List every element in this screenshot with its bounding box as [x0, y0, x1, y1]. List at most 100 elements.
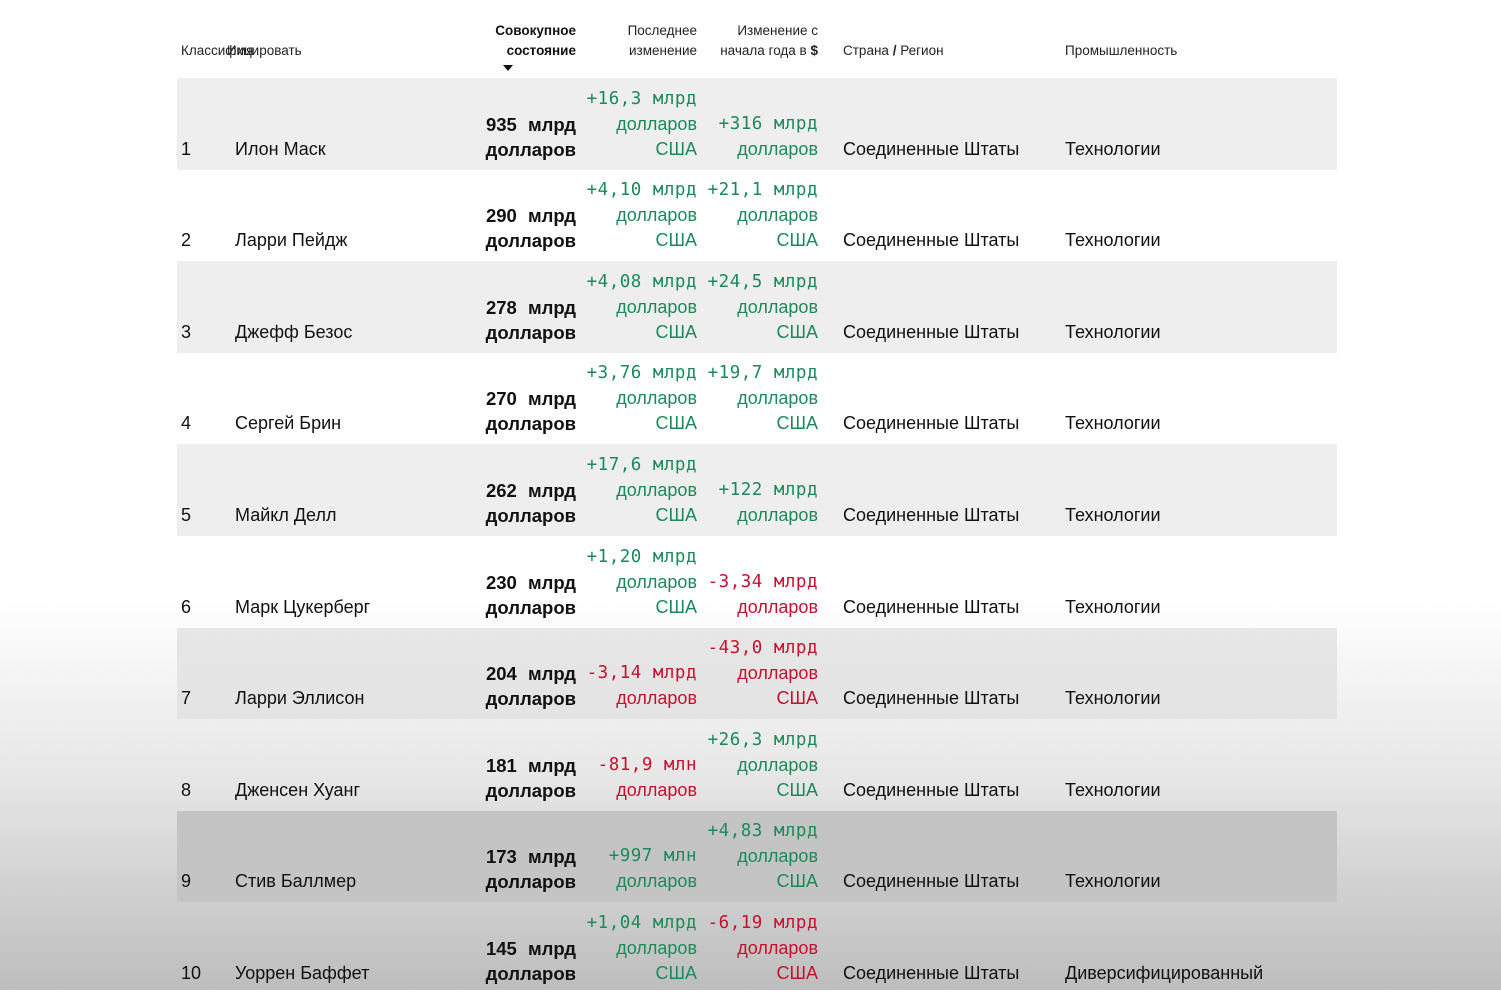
last-change-cell-line: долларов — [616, 779, 697, 800]
net-worth-line: долларов — [485, 321, 576, 343]
person-name[interactable]: Стив Баллмер — [235, 869, 356, 894]
ytd-change-cell-line: США — [776, 688, 818, 709]
last-change-cell-line: +17,6 млрд — [586, 454, 697, 475]
header-net-worth[interactable]: Совокупное состояние — [495, 21, 576, 61]
table-row[interactable]: 9 Стив Баллмер 173 млрд долларов +997 млн дол… — [177, 810, 1337, 903]
billionaires-table: Классифицировать Имя Совокупное состояни… — [177, 0, 1337, 994]
header-ytd-dollar-symbol: $ — [810, 43, 818, 58]
net-worth-cell: 204 млрд долларов — [466, 661, 576, 711]
last-change-cell-line: долларов — [616, 937, 697, 958]
rank-cell: 10 — [181, 962, 202, 983]
header-last-change[interactable]: Последнее изменение — [628, 21, 697, 61]
country-cell: Соединенные Штаты — [843, 413, 1020, 434]
last-change-cell-line: +16,3 млрд — [586, 88, 697, 109]
ytd-change-cell-line: -6,19 млрд — [707, 912, 818, 933]
last-change-cell-line: США — [655, 504, 697, 525]
header-last-change-line2: изменение — [629, 43, 697, 58]
net-worth-line: долларов — [485, 688, 576, 710]
industry-cell: Диверсифицированный — [1065, 962, 1264, 983]
last-change-cell-line: долларов — [616, 479, 697, 500]
last-change-cell-line: -81,9 млн — [597, 754, 697, 775]
ytd-change-cell-line: +24,5 млрд — [707, 271, 818, 292]
ytd-change-cell: +24,5 млрд долларов США — [688, 270, 818, 345]
person-name[interactable]: Джефф Безос — [235, 320, 352, 345]
header-industry[interactable]: Промышленность — [1065, 41, 1177, 61]
person-name[interactable]: Уоррен Баффет — [235, 961, 369, 986]
net-worth-line: долларов — [485, 413, 576, 435]
ytd-change-cell-line: долларов — [737, 663, 818, 684]
ytd-change-cell-line: США — [776, 871, 818, 892]
ytd-change-cell-line: долларов — [737, 596, 818, 617]
ytd-change-cell: +316 млрд долларов — [688, 112, 818, 162]
ytd-change-cell-line: США — [776, 321, 818, 342]
person-name[interactable]: Сергей Брин — [235, 411, 341, 436]
last-change-cell-line: +4,10 млрд — [586, 180, 697, 201]
last-change-cell-line: долларов — [616, 871, 697, 892]
last-change-cell: +1,20 млрд долларов США — [567, 545, 697, 620]
person-name[interactable]: Ларри Пейдж — [235, 228, 347, 253]
ytd-change-cell-line: долларов — [737, 504, 818, 525]
last-change-cell-line: долларов — [616, 688, 697, 709]
table-row[interactable]: 3 Джефф Безос 278 млрд долларов +4,08 млрд до… — [177, 261, 1337, 353]
table-row[interactable]: 10 Уоррен Баффет 145 млрд долларов +1,04 млр… — [177, 902, 1337, 994]
sort-descending-icon[interactable] — [503, 65, 513, 71]
person-name[interactable]: Илон Маск — [235, 137, 326, 162]
last-change-cell-line: США — [655, 962, 697, 983]
net-worth-line: 278 млрд — [485, 296, 576, 318]
net-worth-cell: 181 млрд долларов — [466, 753, 576, 803]
net-worth-line: долларов — [485, 138, 576, 160]
rank-cell: 7 — [181, 688, 192, 709]
last-change-cell-line: долларов — [616, 296, 697, 317]
table-row[interactable]: 5 Майкл Делл 262 млрд долларов +17,6 млрд дол… — [177, 444, 1337, 536]
industry-cell: Технологии — [1065, 230, 1161, 251]
table-header: Классифицировать Имя Совокупное состояни… — [177, 0, 1337, 78]
ytd-change-cell-line: долларов — [737, 205, 818, 226]
header-ytd-change-line1: Изменение с — [737, 23, 818, 38]
table-row[interactable]: 4 Сергей Брин 270 млрд долларов +3,76 млрд до… — [177, 353, 1337, 445]
person-name[interactable]: Майкл Делл — [235, 503, 336, 528]
header-name[interactable]: Имя — [227, 41, 253, 61]
ytd-change-cell: +19,7 млрд долларов США — [688, 361, 818, 436]
last-change-cell: +17,6 млрд долларов США — [567, 453, 697, 528]
net-worth-cell: 262 млрд долларов — [466, 478, 576, 528]
last-change-cell-line: +997 млн — [608, 846, 697, 867]
person-name[interactable]: Дженсен Хуанг — [235, 778, 360, 803]
country-cell: Соединенные Штаты — [843, 596, 1020, 617]
net-worth-line: долларов — [485, 779, 576, 801]
industry-cell: Технологии — [1065, 138, 1161, 159]
table-row[interactable]: 7 Ларри Эллисон 204 млрд долларов -3,14 млрд… — [177, 627, 1337, 720]
net-worth-cell: 173 млрд долларов — [466, 844, 576, 894]
rank-cell: 4 — [181, 413, 192, 434]
rank-cell: 2 — [181, 230, 192, 251]
country-cell: Соединенные Штаты — [843, 962, 1020, 983]
net-worth-line: долларов — [485, 504, 576, 526]
net-worth-cell: 145 млрд долларов — [466, 936, 576, 986]
ytd-change-cell-line: долларов — [737, 138, 818, 159]
last-change-cell-line: США — [655, 321, 697, 342]
last-change-cell-line: долларов — [616, 205, 697, 226]
ytd-change-cell-line: США — [776, 779, 818, 800]
header-net-worth-line2: состояние — [506, 43, 576, 58]
country-cell: Соединенные Штаты — [843, 138, 1020, 159]
ytd-change-cell: +26,3 млрд долларов США — [688, 728, 818, 803]
industry-cell: Технологии — [1065, 688, 1161, 709]
person-name[interactable]: Марк Цукерберг — [235, 595, 370, 620]
rank-cell: 3 — [181, 321, 192, 342]
ytd-change-cell-line: +4,83 млрд — [707, 821, 818, 842]
net-worth-cell: 278 млрд долларов — [466, 295, 576, 345]
table-row[interactable]: 8 Дженсен Хуанг 181 млрд долларов -81,9 млн д… — [177, 719, 1337, 811]
last-change-cell-line: -3,14 млрд — [586, 663, 697, 684]
industry-cell: Технологии — [1065, 779, 1161, 800]
ytd-change-cell-line: долларов — [737, 846, 818, 867]
person-name[interactable]: Ларри Эллисон — [235, 686, 364, 711]
table-row[interactable]: 2 Ларри Пейдж 290 млрд долларов +4,10 млрд до… — [177, 170, 1337, 262]
country-cell: Соединенные Штаты — [843, 504, 1020, 525]
header-country-region[interactable]: Страна / Регион — [843, 41, 944, 61]
industry-cell: Технологии — [1065, 596, 1161, 617]
table-row[interactable]: 1 Илон Маск 935 млрд долларов +16,3 млрд долл… — [177, 78, 1337, 170]
last-change-cell: -3,14 млрд долларов — [567, 661, 697, 711]
net-worth-cell: 935 млрд долларов — [466, 112, 576, 162]
header-ytd-change[interactable]: Изменение с начала года в $ — [720, 21, 818, 61]
table-row[interactable]: 6 Марк Цукерберг 230 млрд долларов +1,20 млр… — [177, 536, 1337, 628]
industry-cell: Технологии — [1065, 504, 1161, 525]
